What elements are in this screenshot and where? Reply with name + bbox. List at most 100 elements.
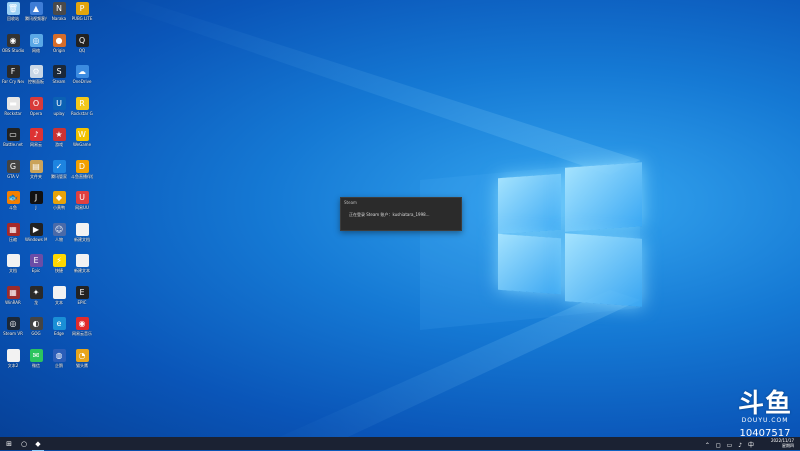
- app-icon: e: [52, 317, 66, 330]
- desktop-icon[interactable]: ◉ OBS Studio: [2, 33, 24, 53]
- desktop-icon[interactable]: Q QQ: [71, 33, 93, 53]
- dialog-message: 正在登录 Steam 账户：kushiatara_1998...: [349, 212, 430, 217]
- desktop-icon[interactable]: FFar Cry New Dawn: [2, 65, 24, 84]
- desktop-icon[interactable]: ✉ 微信: [25, 348, 47, 368]
- steam-app-icon[interactable]: ◆: [32, 437, 44, 451]
- app-icon: R: [75, 96, 89, 110]
- desktop-icon[interactable]: 文档: [2, 254, 24, 273]
- desktop-icon-label: 网络: [32, 47, 40, 53]
- app-icon: [75, 222, 89, 236]
- desktop-icon[interactable]: E EPIC: [71, 285, 93, 305]
- desktop-icon[interactable]: ▲腾讯视频客户端: [25, 2, 47, 21]
- desktop-icon[interactable]: D 斗鱼直播伴侣: [71, 159, 93, 179]
- desktop-icon[interactable]: ◎ 网络: [25, 33, 47, 53]
- desktop-icon[interactable]: ✦ 龙: [25, 285, 47, 305]
- desktop-icon[interactable]: W WeGame: [71, 128, 93, 147]
- desktop-icon[interactable]: ● Origin: [48, 33, 70, 53]
- app-icon: ✓: [52, 159, 66, 173]
- desktop-icon-label: Naraka: [51, 16, 67, 21]
- desktop-icon[interactable]: P PUBG LITE: [71, 2, 93, 21]
- desktop-icon-label: 网易云: [30, 142, 42, 147]
- desktop-icon-label: 游戏: [55, 142, 63, 147]
- app-icon: 🐟: [6, 191, 20, 204]
- desktop-icon[interactable]: ◐ GOG: [25, 317, 47, 336]
- desktop-icon-label: Battle.net: [3, 142, 23, 147]
- start-icon[interactable]: ⊞: [2, 437, 16, 450]
- app-icon: D: [75, 159, 89, 173]
- app-icon: N: [52, 2, 66, 15]
- desktop-icon[interactable]: 新建文本: [71, 254, 93, 273]
- desktop-icon[interactable]: ◉ 网易云音乐: [71, 317, 93, 336]
- douyu-logo: 斗鱼: [737, 389, 792, 419]
- desktop-icon[interactable]: N Naraka: [48, 2, 70, 21]
- desktop-icon[interactable]: RRockstar Games: [71, 96, 93, 116]
- desktop-icon[interactable]: e Edge: [48, 317, 70, 336]
- app-icon: [52, 285, 66, 299]
- desktop-icon[interactable]: ⚡ 快捷: [48, 254, 70, 273]
- desktop-icon[interactable]: ✓ 腾讯管家: [48, 159, 70, 179]
- app-icon: ◍: [52, 348, 66, 362]
- desktop-icon[interactable]: ♪ 网易云: [25, 128, 47, 147]
- desktop-icon[interactable]: 文本2: [2, 348, 24, 368]
- desktop-icon[interactable]: 🗑 回收站: [2, 2, 24, 21]
- desktop-icon[interactable]: ▦ WinRAR: [2, 285, 24, 305]
- desktop-icon[interactable]: ⚙ 控制面板: [25, 65, 47, 84]
- app-icon: ⚡: [52, 254, 66, 267]
- desktop-icon-label: 腾讯视频客户端: [25, 16, 47, 21]
- desktop-icon-label: 人物: [55, 236, 63, 242]
- app-icon: U: [52, 96, 66, 110]
- app-icon: ◉: [75, 317, 89, 330]
- desktop-icon[interactable]: ☺ 人物: [48, 222, 70, 242]
- app-icon: ◎: [29, 33, 43, 47]
- desktop-icon[interactable]: E Epic: [25, 254, 47, 273]
- desktop-icon[interactable]: O Opera: [25, 96, 47, 116]
- desktop-icon[interactable]: 新建文档: [71, 222, 93, 242]
- desktop-icon[interactable]: ☁ OneDrive: [71, 65, 93, 84]
- clock-weekday: 星期四: [782, 443, 794, 448]
- app-icon: [6, 254, 20, 267]
- app-icon: ☺: [52, 222, 66, 236]
- app-icon: ▭: [6, 128, 20, 141]
- windows-logo: [495, 158, 645, 308]
- desktop-icon[interactable]: ◔ 猫头鹰: [71, 348, 93, 368]
- desktop-icon-label: 控制面板: [28, 79, 44, 84]
- desktop-icon-label: Far Cry New Dawn: [2, 79, 24, 84]
- desktop-icon-label: 网易UU: [75, 205, 89, 210]
- desktop-icon-label: 快捷: [55, 268, 63, 273]
- desktop-icon-label: GTA V: [7, 173, 19, 179]
- desktop-icon[interactable]: ▬ Rockstar: [2, 96, 24, 116]
- desktop-icon[interactable]: ▤ 文件夹: [25, 159, 47, 179]
- app-icon: 🗑: [6, 2, 20, 15]
- desktop-icon[interactable]: U 网易UU: [71, 191, 93, 210]
- desktop-icon[interactable]: ◎ Steam VR: [2, 317, 24, 336]
- desktop-icon[interactable]: 文本: [48, 285, 70, 305]
- desktop-icon[interactable]: JJ: [25, 191, 47, 210]
- taskbar: ⊞ ○ ◆ ⌃ ◻ ▭ ♪ 中 2022/11/17 星期四: [0, 437, 800, 451]
- desktop-icon[interactable]: ★ 游戏: [48, 128, 70, 147]
- desktop-icon-label: PUBG LITE: [71, 16, 93, 21]
- desktop-icon[interactable]: ◍ 企鹅: [48, 348, 70, 368]
- app-icon: J: [29, 191, 43, 204]
- desktop-icon-label: Opera: [29, 110, 43, 116]
- desktop-icon[interactable]: ◆ 小黄鸭: [48, 191, 70, 210]
- desktop-icon-label: 回收站: [7, 16, 19, 21]
- desktop-icon-label: Steam: [52, 79, 66, 84]
- clock[interactable]: 2022/11/17 星期四: [771, 438, 794, 448]
- desktop-icon[interactable]: 🐟 斗鱼: [2, 191, 24, 210]
- desktop-icon[interactable]: S Steam: [48, 65, 70, 84]
- desktop-icon-label: 斗鱼: [9, 205, 17, 210]
- steam-login-dialog[interactable]: Steam 正在登录 Steam 账户：kushiatara_1998...: [340, 197, 462, 231]
- app-icon: G: [6, 159, 20, 173]
- desktop-icon[interactable]: ▦ 压缩: [2, 222, 24, 242]
- tray-icons[interactable]: ⌃ ◻ ▭ ♪ 中: [705, 440, 756, 449]
- desktop-icon[interactable]: Uuplay: [48, 96, 70, 116]
- search-icon[interactable]: ○: [17, 437, 31, 450]
- app-icon: ▤: [29, 159, 43, 173]
- desktop-icon[interactable]: G GTA V: [2, 159, 24, 179]
- app-icon: E: [29, 254, 43, 267]
- desktop-icon[interactable]: ▭ Battle.net: [2, 128, 24, 147]
- app-icon: ▲: [29, 2, 43, 15]
- desktop-icon-label: Windows Media: [25, 236, 47, 242]
- desktop-icon-label: 压缩: [9, 236, 17, 242]
- desktop-icon[interactable]: ▶Windows Media: [25, 222, 47, 242]
